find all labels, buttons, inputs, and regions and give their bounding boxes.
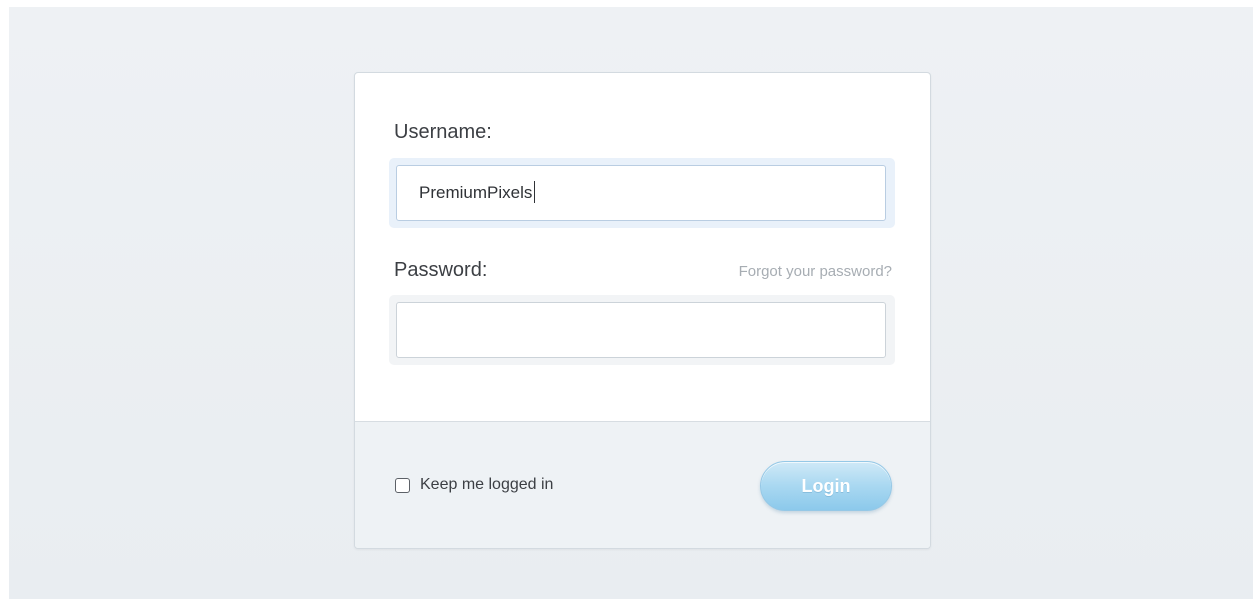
- login-button[interactable]: Login: [760, 461, 892, 511]
- password-input[interactable]: [396, 302, 886, 358]
- password-field-wrapper: [389, 295, 895, 365]
- username-input[interactable]: PremiumPixels: [396, 165, 886, 221]
- login-card: Username: PremiumPixels Password: Forgot…: [354, 72, 931, 549]
- username-label: Username:: [394, 121, 492, 143]
- forgot-password-link[interactable]: Forgot your password?: [739, 263, 892, 280]
- remember-me[interactable]: Keep me logged in: [395, 476, 553, 494]
- remember-label: Keep me logged in: [420, 476, 554, 493]
- password-label: Password:: [394, 259, 488, 281]
- username-field-wrapper: PremiumPixels: [389, 158, 895, 228]
- login-footer: Keep me logged in Login: [355, 421, 930, 548]
- username-value: PremiumPixels: [419, 183, 533, 202]
- remember-checkbox[interactable]: [395, 477, 410, 493]
- page-background: Username: PremiumPixels Password: Forgot…: [9, 7, 1253, 599]
- text-cursor: [534, 181, 536, 204]
